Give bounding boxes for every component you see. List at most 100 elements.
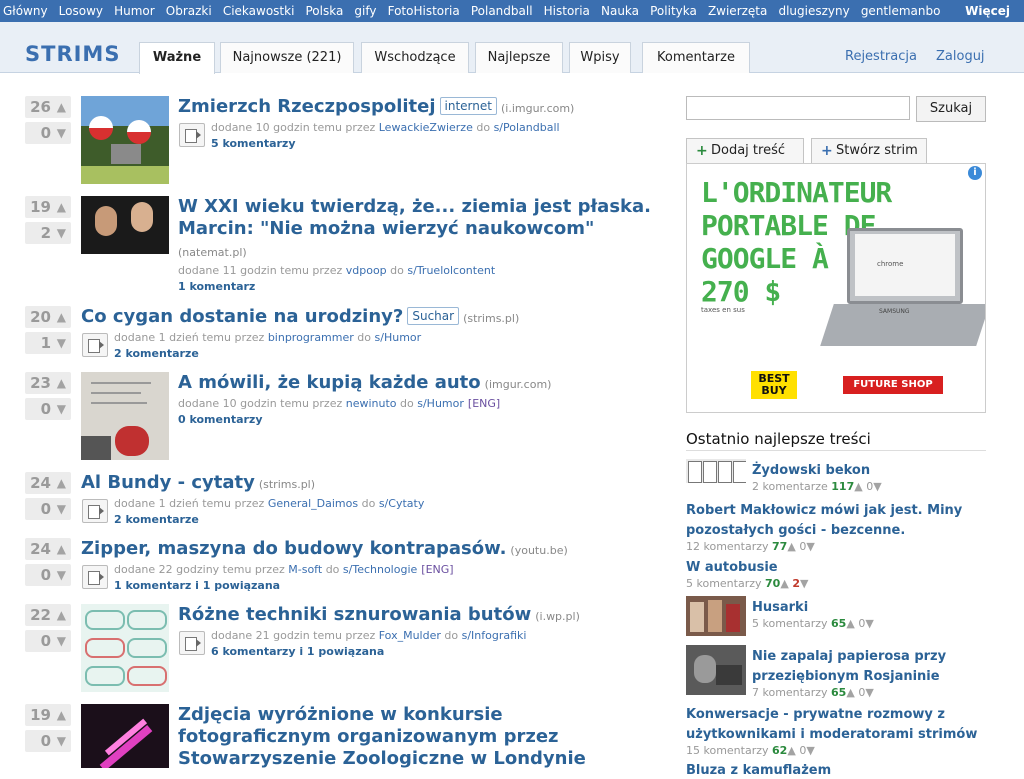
comments-link[interactable]: 0 komentarzy (178, 413, 263, 426)
item-thumbnail[interactable] (81, 704, 169, 768)
author-link[interactable]: vdpoop (346, 264, 387, 277)
item-thumbnail[interactable] (81, 96, 169, 184)
category-link[interactable]: FotoHistoria (385, 0, 463, 22)
item-title-link[interactable]: Różne techniki sznurowania butów (178, 604, 531, 625)
video-type-icon[interactable] (82, 565, 108, 589)
image-type-icon[interactable] (179, 123, 205, 147)
downvote-button[interactable]: 0 ▼ (25, 498, 71, 520)
strim-link[interactable]: s/Humor (375, 331, 422, 344)
category-link[interactable]: Historia (541, 0, 593, 22)
comments-link[interactable]: 1 komentarz i 1 powiązana (114, 579, 280, 592)
best-item-thumbnail[interactable] (686, 645, 746, 695)
category-link[interactable]: gentlemanbo (858, 0, 944, 22)
category-link[interactable]: Losowy (56, 0, 106, 22)
author-link[interactable]: M-soft (288, 563, 322, 576)
comments-link[interactable]: 2 komentarze (114, 347, 199, 360)
author-link[interactable]: General_Daimos (268, 497, 358, 510)
upvote-button[interactable]: 22 ▲ (25, 604, 71, 626)
item-thumbnail[interactable] (81, 372, 169, 460)
item-thumbnail[interactable] (81, 604, 169, 692)
best-item-thumbnail[interactable] (686, 459, 746, 483)
best-item-comments[interactable]: 5 komentarzy (686, 577, 762, 590)
comments-link[interactable]: 1 komentarz (178, 280, 255, 293)
strim-link[interactable]: s/Truelolcontent (407, 264, 495, 277)
tab-wpisy[interactable]: Wpisy (569, 42, 631, 73)
downvote-button[interactable]: 0 ▼ (25, 630, 71, 652)
search-button[interactable]: Szukaj (916, 96, 986, 122)
best-item-comments[interactable]: 2 komentarze (752, 480, 828, 493)
strim-link[interactable]: s/Technologie (343, 563, 417, 576)
downvote-button[interactable]: 0 ▼ (25, 122, 71, 144)
item-thumbnail[interactable] (81, 196, 169, 254)
tab-najnowsze[interactable]: Najnowsze (221) (220, 42, 354, 73)
item-title-link[interactable]: W XXI wieku twierdzą, że... ziemia jest … (178, 196, 651, 239)
text-type-icon[interactable] (82, 333, 108, 357)
best-item-title[interactable]: Konwersacje - prywatne rozmowy z użytkow… (686, 707, 977, 742)
upvote-button[interactable]: 19 ▲ (25, 196, 71, 218)
category-link[interactable]: Polska (303, 0, 347, 22)
info-icon[interactable]: i (968, 166, 982, 180)
category-link[interactable]: Główny (0, 0, 51, 22)
site-logo[interactable]: STRIMS (25, 42, 120, 66)
downvote-button[interactable]: 2 ▼ (25, 222, 71, 244)
strim-link[interactable]: s/Polandball (494, 121, 560, 134)
tab-wazne[interactable]: Ważne (139, 42, 215, 74)
comments-link[interactable]: 5 komentarzy (211, 137, 296, 150)
best-item-title[interactable]: Żydowski bekon (752, 463, 870, 478)
item-title-link[interactable]: Co cygan dostanie na urodziny? (81, 306, 403, 327)
downvote-button[interactable]: 0 ▼ (25, 398, 71, 420)
strim-link[interactable]: s/Cytaty (379, 497, 425, 510)
author-link[interactable]: LewackieZwierze (379, 121, 473, 134)
image-type-icon[interactable] (179, 631, 205, 655)
advertisement[interactable]: i L'ORDINATEUR PORTABLE DE GOOGLE À 270 … (686, 163, 986, 413)
author-link[interactable]: Fox_Mulder (379, 629, 441, 642)
more-categories-button[interactable]: Więcej (957, 0, 1024, 22)
strim-link[interactable]: s/Infografiki (462, 629, 527, 642)
create-strim-button[interactable]: + Stwórz strim (811, 138, 927, 163)
best-item-title[interactable]: Bluza z kamuflażem (686, 763, 831, 778)
downvote-button[interactable]: 0 ▼ (25, 564, 71, 586)
best-item-comments[interactable]: 12 komentarzy (686, 540, 769, 553)
best-item-title[interactable]: Husarki (752, 600, 808, 615)
item-title-link[interactable]: Zdjęcia wyróżnione w konkursie fotografi… (178, 704, 586, 769)
category-link[interactable]: Polityka (647, 0, 700, 22)
item-tag[interactable]: Suchar (407, 307, 460, 325)
author-link[interactable]: newinuto (346, 397, 397, 410)
best-item-title[interactable]: Robert Makłowicz mówi jak jest. Miny poz… (686, 503, 962, 538)
item-title-link[interactable]: Zipper, maszyna do budowy kontrapasów. (81, 538, 506, 559)
tab-komentarze[interactable]: Komentarze (642, 42, 750, 73)
item-title-link[interactable]: Al Bundy - cytaty (81, 472, 255, 493)
item-title-link[interactable]: Zmierzch Rzeczpospolitej (178, 96, 436, 117)
category-link[interactable]: Ciekawostki (220, 0, 298, 22)
best-item-comments[interactable]: 7 komentarzy (752, 686, 828, 699)
item-title-link[interactable]: A mówili, że kupią każde auto (178, 372, 481, 393)
tab-wschodzace[interactable]: Wschodzące (361, 42, 469, 73)
best-item-comments[interactable]: 5 komentarzy (752, 617, 828, 630)
search-input[interactable] (686, 96, 910, 120)
best-item-thumbnail[interactable] (686, 596, 746, 636)
category-link[interactable]: Obrazki (163, 0, 215, 22)
upvote-button[interactable]: 20 ▲ (25, 306, 71, 328)
category-link[interactable]: Nauka (598, 0, 642, 22)
tab-najlepsze[interactable]: Najlepsze (475, 42, 563, 73)
strim-link[interactable]: s/Humor (417, 397, 464, 410)
add-content-button[interactable]: + Dodaj treść (686, 138, 804, 163)
category-link[interactable]: dlugieszyny (775, 0, 852, 22)
upvote-button[interactable]: 23 ▲ (25, 372, 71, 394)
category-link[interactable]: Polandball (468, 0, 536, 22)
best-item-title[interactable]: Nie zapalaj papierosa przy przeziębionym… (752, 649, 946, 684)
best-item-comments[interactable]: 15 komentarzy (686, 744, 769, 757)
category-link[interactable]: Zwierzęta (705, 0, 770, 22)
comments-link[interactable]: 2 komentarze (114, 513, 199, 526)
text-type-icon[interactable] (82, 499, 108, 523)
downvote-button[interactable]: 0 ▼ (25, 730, 71, 752)
upvote-button[interactable]: 24 ▲ (25, 538, 71, 560)
upvote-button[interactable]: 19 ▲ (25, 704, 71, 726)
comments-link[interactable]: 6 komentarzy i 1 powiązana (211, 645, 384, 658)
category-link[interactable]: Humor (111, 0, 158, 22)
login-link[interactable]: Zaloguj (936, 49, 985, 64)
author-link[interactable]: binprogrammer (268, 331, 354, 344)
upvote-button[interactable]: 24 ▲ (25, 472, 71, 494)
item-tag[interactable]: internet (439, 97, 497, 115)
best-item-title[interactable]: W autobusie (686, 560, 778, 575)
